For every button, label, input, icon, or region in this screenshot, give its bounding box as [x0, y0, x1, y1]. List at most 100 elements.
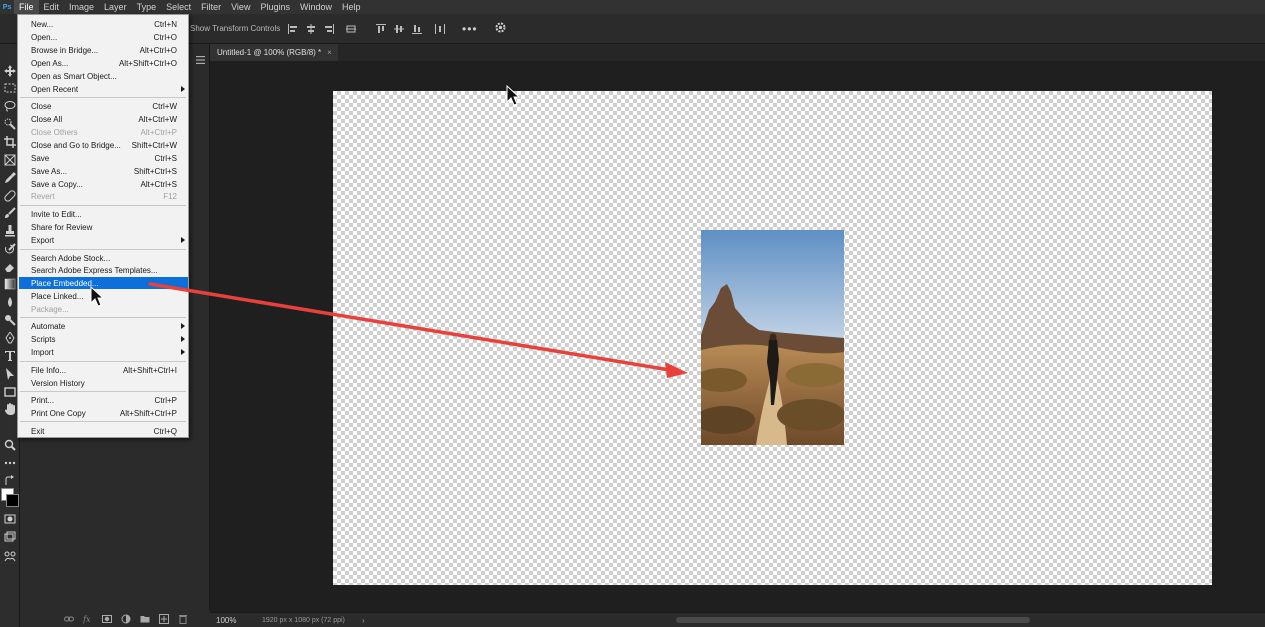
menu-filter[interactable]: Filter — [196, 0, 226, 14]
pen-tool-icon[interactable] — [4, 331, 16, 344]
menu-item-scripts[interactable]: Scripts — [19, 333, 188, 345]
align-left-icon[interactable] — [287, 23, 299, 35]
menu-item-new[interactable]: New... Ctrl+N — [19, 18, 188, 30]
zoom-level[interactable]: 100% — [216, 616, 236, 625]
crop-tool-icon[interactable] — [4, 136, 16, 148]
menu-item-exit[interactable]: Exit Ctrl+Q — [19, 425, 188, 437]
menu-item-version-history[interactable]: Version History — [19, 377, 188, 389]
healing-brush-tool-icon[interactable] — [4, 190, 16, 202]
menu-type[interactable]: Type — [132, 0, 162, 14]
menu-item-export[interactable]: Export — [19, 234, 188, 246]
panel-menu-icon[interactable] — [196, 56, 205, 64]
document-tab-title: Untitled-1 @ 100% (RGB/8) * — [217, 48, 322, 57]
zoom-tool-icon[interactable] — [4, 439, 16, 451]
menu-edit[interactable]: Edit — [39, 0, 65, 14]
layers-panel-footer: fx — [20, 610, 210, 627]
menu-item-search-adobe-stock[interactable]: Search Adobe Stock... — [19, 252, 188, 264]
menu-plugins[interactable]: Plugins — [255, 0, 295, 14]
history-brush-tool-icon[interactable] — [4, 243, 16, 255]
path-selection-tool-icon[interactable] — [4, 368, 16, 380]
menu-item-close-and-go-to-bridge[interactable]: Close and Go to Bridge... Shift+Ctrl+W — [19, 139, 188, 151]
menu-item-open-as-smart-object[interactable]: Open as Smart Object... — [19, 70, 188, 82]
menu-view[interactable]: View — [226, 0, 255, 14]
menu-window[interactable]: Window — [295, 0, 337, 14]
menu-item-close-others[interactable]: Close Others Alt+Ctrl+P — [19, 126, 188, 138]
gear-icon[interactable] — [494, 21, 507, 34]
menu-item-print-one-copy[interactable]: Print One Copy Alt+Shift+Ctrl+P — [19, 407, 188, 419]
submenu-arrow-icon — [181, 349, 185, 355]
menu-item-print[interactable]: Print... Ctrl+P — [19, 394, 188, 406]
menu-separator — [20, 249, 186, 250]
marquee-tool-icon[interactable] — [4, 82, 16, 94]
menu-item-share-for-review[interactable]: Share for Review — [19, 221, 188, 233]
share-icon[interactable] — [4, 550, 16, 562]
menu-item-save[interactable]: Save Ctrl+S — [19, 152, 188, 164]
lasso-tool-icon[interactable] — [4, 100, 16, 112]
link-layers-icon[interactable] — [64, 614, 74, 624]
menu-item-import[interactable]: Import — [19, 346, 188, 358]
align-right-icon[interactable] — [323, 23, 335, 35]
eraser-tool-icon[interactable] — [4, 261, 16, 273]
brush-tool-icon[interactable] — [4, 207, 16, 219]
menu-item-save-a-copy[interactable]: Save a Copy... Alt+Ctrl+S — [19, 178, 188, 190]
menu-item-browse-in-bridge[interactable]: Browse in Bridge... Alt+Ctrl+O — [19, 44, 188, 56]
new-group-icon[interactable] — [140, 614, 150, 624]
status-expand-icon[interactable]: › — [362, 616, 365, 625]
quick-mask-icon[interactable] — [4, 513, 16, 525]
quick-selection-tool-icon[interactable] — [4, 118, 16, 130]
stamp-tool-icon[interactable] — [4, 225, 16, 237]
align-top-icon[interactable] — [375, 23, 387, 35]
menu-item-revert[interactable]: Revert F12 — [19, 190, 188, 202]
blur-tool-icon[interactable] — [4, 296, 16, 308]
background-color-swatch[interactable] — [6, 494, 19, 507]
align-bottom-icon[interactable] — [411, 23, 423, 35]
layer-mask-icon[interactable] — [102, 614, 112, 624]
eyedropper-tool-icon[interactable] — [4, 172, 16, 184]
document-tab[interactable]: Untitled-1 @ 100% (RGB/8) * × — [210, 44, 338, 61]
align-middle-icon[interactable] — [345, 23, 357, 35]
horizontal-scrollbar[interactable] — [676, 617, 1030, 623]
submenu-arrow-icon — [181, 237, 185, 243]
swap-colors-icon[interactable] — [4, 475, 16, 487]
menubar: Ps File Edit Image Layer Type Select Fil… — [0, 0, 1265, 14]
menu-item-close-all[interactable]: Close All Alt+Ctrl+W — [19, 113, 188, 125]
align-center-icon[interactable] — [305, 23, 317, 35]
move-tool-icon[interactable] — [4, 65, 16, 77]
more-options-icon[interactable]: ••• — [462, 22, 478, 36]
dodge-tool-icon[interactable] — [4, 314, 16, 326]
close-tab-icon[interactable]: × — [327, 48, 332, 57]
placed-photo[interactable] — [701, 230, 844, 445]
menu-item-file-info[interactable]: File Info... Alt+Shift+Ctrl+I — [19, 364, 188, 376]
menu-item-open-as[interactable]: Open As... Alt+Shift+Ctrl+O — [19, 57, 188, 69]
menu-item-save-as[interactable]: Save As... Shift+Ctrl+S — [19, 165, 188, 177]
menu-item-search-adobe-express-templates[interactable]: Search Adobe Express Templates... — [19, 264, 188, 276]
document-tab-strip: Untitled-1 @ 100% (RGB/8) * × — [210, 44, 1265, 61]
trash-icon[interactable] — [178, 614, 188, 624]
rectangle-tool-icon[interactable] — [4, 386, 16, 398]
menu-item-open[interactable]: Open... Ctrl+O — [19, 31, 188, 43]
align-vcenter-icon[interactable] — [393, 23, 405, 35]
hand-tool-icon[interactable] — [4, 403, 16, 415]
edit-toolbar-icon[interactable] — [4, 457, 16, 469]
menu-item-invite-to-edit[interactable]: Invite to Edit... — [19, 208, 188, 220]
show-transform-controls-label[interactable]: Show Transform Controls — [190, 24, 280, 33]
submenu-arrow-icon — [181, 86, 185, 92]
new-layer-icon[interactable] — [159, 613, 169, 624]
menu-item-open-recent[interactable]: Open Recent — [19, 83, 188, 95]
document-size: 1920 px x 1080 px (72 ppi) — [262, 617, 345, 624]
fx-icon[interactable]: fx — [82, 614, 93, 624]
menu-file[interactable]: File — [14, 0, 39, 14]
menu-item-automate[interactable]: Automate — [19, 320, 188, 332]
menu-layer[interactable]: Layer — [99, 0, 132, 14]
file-menu: New... Ctrl+N Open... Ctrl+O Browse in Bri… — [17, 14, 189, 438]
gradient-tool-icon[interactable] — [4, 278, 16, 290]
menu-select[interactable]: Select — [161, 0, 196, 14]
menu-help[interactable]: Help — [337, 0, 366, 14]
distribute-icon[interactable] — [434, 23, 446, 35]
menu-item-close[interactable]: Close Ctrl+W — [19, 100, 188, 112]
frame-tool-icon[interactable] — [4, 154, 16, 166]
menu-image[interactable]: Image — [64, 0, 99, 14]
type-tool-icon[interactable] — [4, 350, 16, 362]
screen-mode-icon[interactable] — [4, 531, 16, 543]
adjustment-layer-icon[interactable] — [121, 614, 131, 624]
